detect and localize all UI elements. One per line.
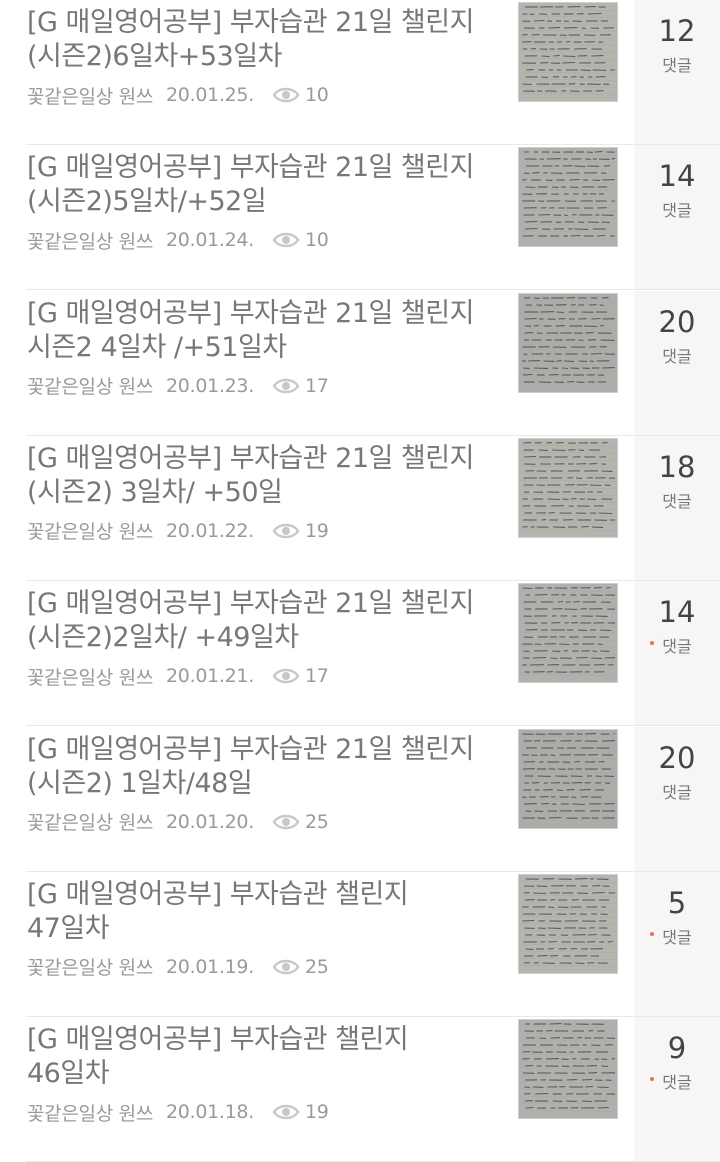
post-date: 20.01.20.: [166, 811, 254, 833]
post-author: 꽃같은일상 원쓰: [27, 372, 153, 399]
comment-count: 12: [634, 14, 720, 48]
post-date: 20.01.25.: [166, 84, 254, 106]
post-meta: 꽃같은일상 원쓰 20.01.20. 25: [27, 809, 329, 835]
view-count: 10: [305, 84, 329, 106]
comment-label: 댓글: [634, 55, 720, 77]
post-author: 꽃같은일상 원쓰: [27, 953, 153, 980]
post-title[interactable]: [G 매일영어공부] 부자습관 21일 챌린지 (시즌2)2일차/ +49일차: [27, 587, 497, 655]
post-thumbnail[interactable]: [518, 1019, 618, 1119]
comment-label: 댓글: [634, 927, 720, 949]
comment-button[interactable]: 14 댓글: [634, 145, 720, 289]
comment-button[interactable]: 5 댓글: [634, 872, 720, 1016]
comment-count: 5: [634, 886, 720, 920]
eye-icon: [272, 1102, 300, 1122]
post-thumbnail[interactable]: [518, 293, 618, 393]
post-meta: 꽃같은일상 원쓰 20.01.25. 10: [27, 82, 329, 108]
comment-label: 댓글: [634, 782, 720, 804]
list-item[interactable]: [G 매일영어공부] 부자습관 21일 챌린지 (시즌2)6일차+53일차 꽃같…: [0, 0, 720, 145]
post-author: 꽃같은일상 원쓰: [27, 517, 153, 544]
comment-count: 9: [634, 1031, 720, 1065]
post-title[interactable]: [G 매일영어공부] 부자습관 21일 챌린지 시즌2 4일차 /+51일차: [27, 297, 497, 365]
comment-button[interactable]: 20 댓글: [634, 727, 720, 871]
post-thumbnail[interactable]: [518, 438, 618, 538]
view-count: 19: [305, 1101, 329, 1123]
list-item[interactable]: [G 매일영어공부] 부자습관 21일 챌린지 (시즌2) 1일차/48일 꽃같…: [0, 727, 720, 872]
post-list: [G 매일영어공부] 부자습관 21일 챌린지 (시즌2)6일차+53일차 꽃같…: [0, 0, 720, 1123]
post-title[interactable]: [G 매일영어공부] 부자습관 챌린지 47일차: [27, 878, 497, 946]
post-author: 꽃같은일상 원쓰: [27, 808, 153, 835]
post-author: 꽃같은일상 원쓰: [27, 227, 153, 254]
comment-label: 댓글: [634, 491, 720, 513]
post-thumbnail[interactable]: [518, 2, 618, 102]
view-count: 10: [305, 229, 329, 251]
post-thumbnail[interactable]: [518, 147, 618, 247]
comment-label: 댓글: [634, 346, 720, 368]
list-item[interactable]: [G 매일영어공부] 부자습관 21일 챌린지 (시즌2)2일차/ +49일차 …: [0, 581, 720, 726]
comment-count: 20: [634, 741, 720, 775]
post-date: 20.01.24.: [166, 229, 254, 251]
comment-button[interactable]: 12 댓글: [634, 0, 720, 144]
list-item[interactable]: [G 매일영어공부] 부자습관 21일 챌린지 (시즌2) 3일차/ +50일 …: [0, 436, 720, 581]
post-meta: 꽃같은일상 원쓰 20.01.23. 17: [27, 373, 329, 399]
post-title[interactable]: [G 매일영어공부] 부자습관 21일 챌린지 (시즌2) 1일차/48일: [27, 733, 497, 801]
view-count: 25: [305, 956, 329, 978]
post-author: 꽃같은일상 원쓰: [27, 663, 153, 690]
post-date: 20.01.21.: [166, 665, 254, 687]
eye-icon: [272, 666, 300, 686]
comment-button[interactable]: 18 댓글: [634, 436, 720, 580]
post-meta: 꽃같은일상 원쓰 20.01.22. 19: [27, 518, 329, 544]
list-item[interactable]: [G 매일영어공부] 부자습관 21일 챌린지 시즌2 4일차 /+51일차 꽃…: [0, 291, 720, 436]
post-meta: 꽃같은일상 원쓰 20.01.24. 10: [27, 227, 329, 253]
post-author: 꽃같은일상 원쓰: [27, 1099, 153, 1126]
post-thumbnail[interactable]: [518, 874, 618, 974]
post-date: 20.01.18.: [166, 1101, 254, 1123]
eye-icon: [272, 812, 300, 832]
post-title[interactable]: [G 매일영어공부] 부자습관 21일 챌린지 (시즌2)6일차+53일차: [27, 6, 497, 74]
list-item[interactable]: [G 매일영어공부] 부자습관 21일 챌린지 (시즌2)5일차/+52일 꽃같…: [0, 145, 720, 290]
comment-button[interactable]: 14 댓글: [634, 581, 720, 725]
comment-button[interactable]: 9 댓글: [634, 1017, 720, 1161]
eye-icon: [272, 957, 300, 977]
comment-label: 댓글: [634, 636, 720, 658]
comment-count: 20: [634, 305, 720, 339]
comment-count: 14: [634, 595, 720, 629]
comment-button[interactable]: 20 댓글: [634, 291, 720, 435]
post-thumbnail[interactable]: [518, 583, 618, 683]
post-thumbnail[interactable]: [518, 729, 618, 829]
eye-icon: [272, 376, 300, 396]
post-meta: 꽃같은일상 원쓰 20.01.19. 25: [27, 954, 329, 980]
eye-icon: [272, 230, 300, 250]
post-title[interactable]: [G 매일영어공부] 부자습관 21일 챌린지 (시즌2) 3일차/ +50일: [27, 442, 497, 510]
post-title[interactable]: [G 매일영어공부] 부자습관 21일 챌린지 (시즌2)5일차/+52일: [27, 151, 497, 219]
post-date: 20.01.23.: [166, 375, 254, 397]
view-count: 19: [305, 520, 329, 542]
view-count: 17: [305, 375, 329, 397]
eye-icon: [272, 521, 300, 541]
post-meta: 꽃같은일상 원쓰 20.01.18. 19: [27, 1099, 329, 1125]
post-date: 20.01.22.: [166, 520, 254, 542]
list-item[interactable]: [G 매일영어공부] 부자습관 챌린지 46일차 꽃같은일상 원쓰 20.01.…: [0, 1017, 720, 1162]
comment-count: 18: [634, 450, 720, 484]
comment-label: 댓글: [634, 1072, 720, 1094]
list-item[interactable]: [G 매일영어공부] 부자습관 챌린지 47일차 꽃같은일상 원쓰 20.01.…: [0, 872, 720, 1017]
view-count: 25: [305, 811, 329, 833]
post-meta: 꽃같은일상 원쓰 20.01.21. 17: [27, 663, 329, 689]
post-title[interactable]: [G 매일영어공부] 부자습관 챌린지 46일차: [27, 1023, 497, 1091]
comment-count: 14: [634, 159, 720, 193]
comment-label: 댓글: [634, 200, 720, 222]
post-date: 20.01.19.: [166, 956, 254, 978]
eye-icon: [272, 85, 300, 105]
post-author: 꽃같은일상 원쓰: [27, 82, 153, 109]
view-count: 17: [305, 665, 329, 687]
